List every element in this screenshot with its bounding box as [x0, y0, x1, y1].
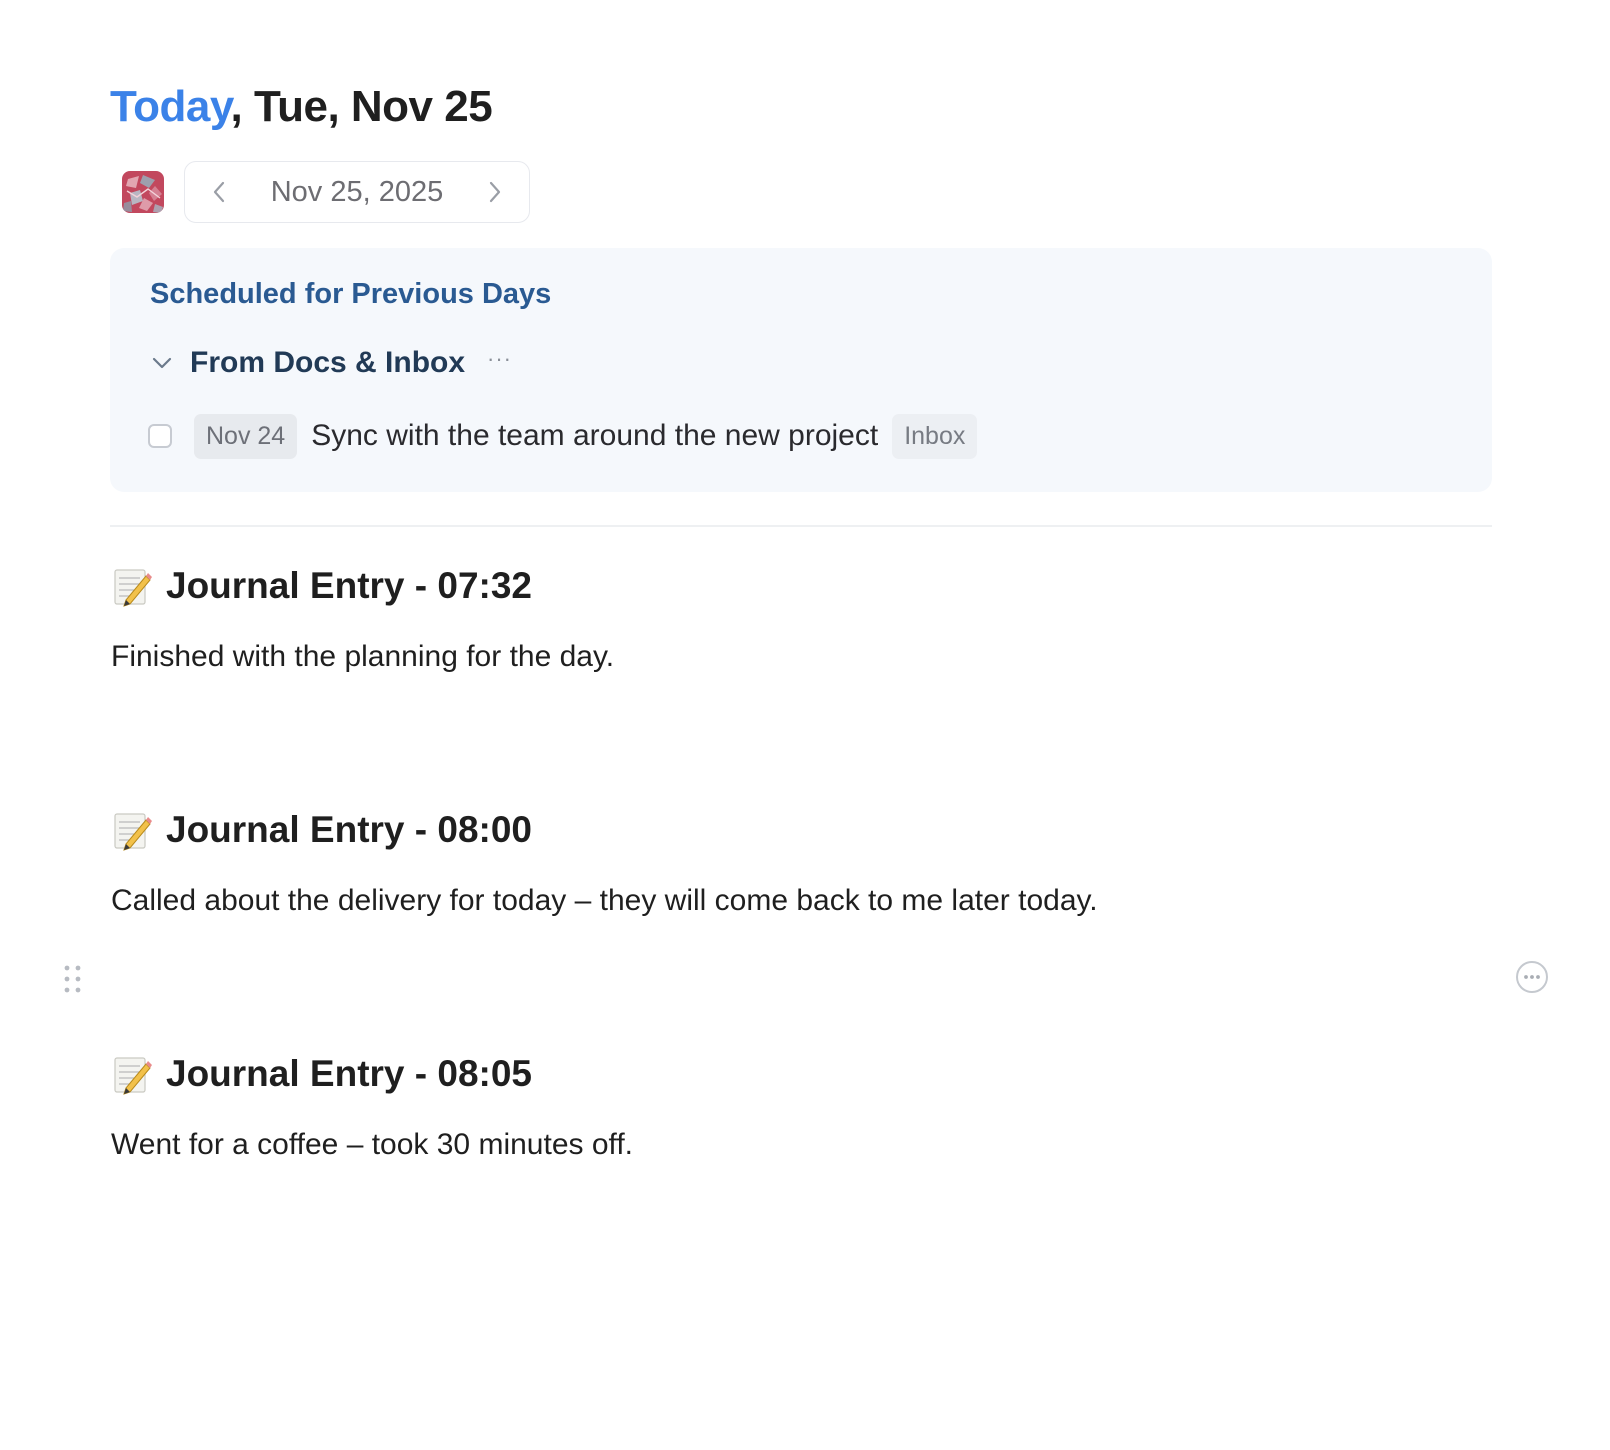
previous-days-panel: Scheduled for Previous Days From Docs & … [110, 248, 1492, 492]
journal-entry-heading: Journal Entry - 07:32 [112, 562, 532, 610]
date-navigation-row: Nov 25, 2025 [110, 160, 530, 224]
chevron-down-icon [152, 357, 172, 369]
memo-icon [114, 1057, 152, 1095]
task-row: Nov 24 Sync with the team around the new… [148, 413, 978, 459]
date-picker: Nov 25, 2025 [184, 161, 530, 223]
previous-days-title: Scheduled for Previous Days [150, 278, 552, 310]
journal-entry-body[interactable]: Went for a coffee – took 30 minutes off. [111, 1128, 633, 1162]
memo-icon [114, 569, 152, 607]
journal-entry-heading: Journal Entry - 08:00 [112, 806, 532, 854]
journal-entry-body[interactable]: Called about the delivery for today – th… [111, 884, 1098, 918]
task-checkbox[interactable] [148, 424, 172, 448]
page-title: Today, Tue, Nov 25 [110, 82, 493, 132]
collapse-group-button[interactable] [150, 351, 174, 375]
avatar[interactable] [122, 171, 164, 213]
task-source-tag[interactable]: Inbox [892, 413, 978, 459]
current-date-label[interactable]: Nov 25, 2025 [271, 176, 444, 209]
page-title-date: , Tue, Nov 25 [230, 82, 493, 131]
task-text[interactable]: Sync with the team around the new projec… [311, 419, 878, 453]
journal-entry-title[interactable]: Journal Entry - 07:32 [166, 565, 532, 607]
section-divider [110, 525, 1492, 527]
task-group-header: From Docs & Inbox ··· [150, 343, 512, 383]
drag-handle-icon[interactable] [62, 963, 84, 995]
avatar-image [122, 171, 164, 213]
next-day-button[interactable] [483, 180, 507, 204]
previous-day-button[interactable] [207, 180, 231, 204]
journal-entry-title[interactable]: Journal Entry - 08:05 [166, 1053, 532, 1095]
task-date-chip[interactable]: Nov 24 [194, 413, 298, 459]
chevron-left-icon [213, 181, 225, 203]
task-group-title[interactable]: From Docs & Inbox [190, 346, 465, 380]
memo-icon [114, 813, 152, 851]
block-more-options-icon[interactable] [1515, 960, 1549, 994]
journal-entry-title[interactable]: Journal Entry - 08:00 [166, 809, 532, 851]
journal-entry-body[interactable]: Finished with the planning for the day. [111, 640, 614, 674]
page-title-today: Today [110, 82, 231, 131]
group-more-options-button[interactable]: ··· [487, 348, 512, 378]
journal-entry-heading: Journal Entry - 08:05 [112, 1050, 532, 1098]
chevron-right-icon [489, 181, 501, 203]
